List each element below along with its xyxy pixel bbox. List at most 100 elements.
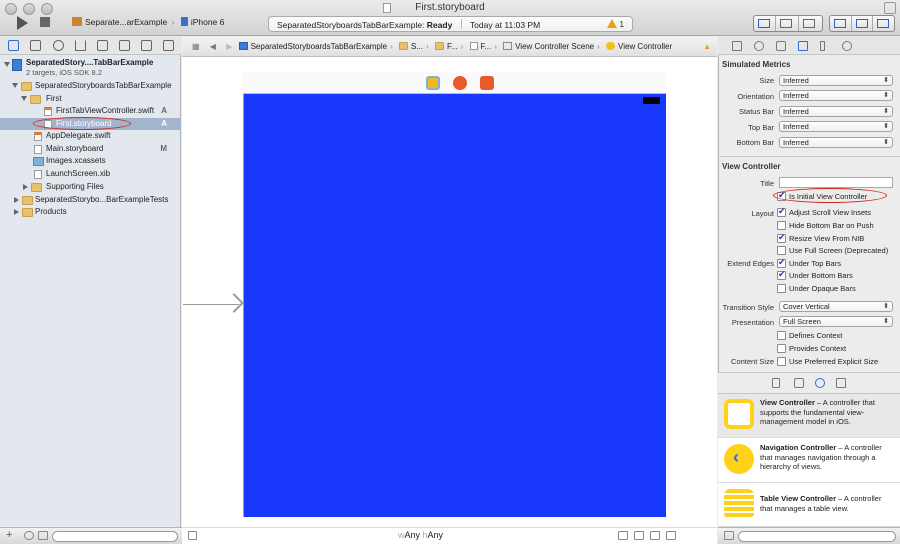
warning-icon[interactable]: ▲ <box>703 37 711 57</box>
full-screen-checkbox[interactable] <box>777 246 786 255</box>
file-inspector-icon[interactable] <box>732 41 742 51</box>
hide-bottom-bar-checkbox[interactable] <box>777 221 786 230</box>
exit-icon[interactable] <box>480 76 494 90</box>
status-bar-popup[interactable]: Inferred <box>779 106 893 117</box>
content-size-label: Content Size <box>731 357 774 366</box>
defines-context-checkbox[interactable] <box>777 331 786 340</box>
tree-item[interactable]: Supporting Files <box>0 181 181 193</box>
stop-button[interactable] <box>38 14 52 32</box>
library-item[interactable]: ‹ Navigation Controller – A controller t… <box>718 439 900 483</box>
tree-item[interactable]: Images.xcassets <box>0 155 181 167</box>
view-controller-icon[interactable] <box>426 76 440 90</box>
under-top-bars-checkbox[interactable] <box>777 257 786 268</box>
presentation-popup[interactable]: Full Screen <box>779 316 893 327</box>
explicit-size-checkbox[interactable] <box>777 357 786 366</box>
breadcrumb-item[interactable]: F... › <box>431 37 463 57</box>
size-class-control[interactable]: wAny hAny <box>398 530 443 540</box>
search-icon[interactable] <box>53 40 64 51</box>
grid-view-icon[interactable] <box>724 531 734 540</box>
add-icon[interactable]: + <box>6 529 12 541</box>
identity-inspector-icon[interactable] <box>776 41 786 51</box>
library-item[interactable]: Table View Controller – A controller tha… <box>718 484 900 527</box>
quick-help-icon[interactable] <box>754 41 764 51</box>
library-filter-input[interactable] <box>738 531 896 542</box>
toggle-navigator-button[interactable] <box>830 16 852 31</box>
view-controller-view[interactable] <box>244 94 666 517</box>
tree-item[interactable]: LaunchScreen.xib <box>0 168 181 180</box>
debug-icon[interactable] <box>119 40 130 51</box>
checkbox-label: Under Bottom Bars <box>789 271 853 280</box>
breadcrumb-item[interactable]: F... › <box>466 37 497 57</box>
tree-item[interactable]: SeparatedStorybo...BarExampleTests <box>0 194 181 206</box>
document-outline-icon[interactable] <box>188 531 197 540</box>
symbol-icon[interactable] <box>30 40 41 51</box>
forward-icon[interactable]: ▶ <box>226 42 232 51</box>
title-field[interactable] <box>779 177 893 188</box>
tree-item[interactable]: First <box>0 93 181 105</box>
tree-item[interactable]: FirstTabViewController.swift A <box>0 105 181 117</box>
first-responder-icon[interactable] <box>453 76 467 90</box>
project-icon <box>12 59 22 71</box>
media-library-icon[interactable] <box>836 378 846 388</box>
breadcrumb-item[interactable]: S... › <box>395 37 429 57</box>
size-popup[interactable]: Inferred <box>779 75 893 86</box>
under-bottom-bars-checkbox[interactable] <box>777 269 786 280</box>
pin-icon[interactable] <box>634 531 644 540</box>
top-bar-popup[interactable]: Inferred <box>779 121 893 132</box>
provides-context-checkbox[interactable] <box>777 344 786 353</box>
attributes-inspector-icon[interactable] <box>798 41 808 51</box>
run-button[interactable] <box>12 14 32 32</box>
navigation-controller-icon <box>724 444 754 474</box>
object-library-icon[interactable] <box>815 378 825 388</box>
toggle-utilities-button[interactable] <box>873 16 894 31</box>
warning-count: 1 <box>619 20 624 29</box>
tree-item[interactable]: SeparatedStoryboardsTabBarExample <box>0 80 181 92</box>
recent-filter-icon[interactable] <box>24 531 34 540</box>
transition-popup[interactable]: Cover Vertical <box>779 301 893 312</box>
device-name: iPhone 6 <box>190 17 225 27</box>
tree-item[interactable]: Products <box>0 206 181 218</box>
connections-inspector-icon[interactable] <box>842 41 852 51</box>
scm-filter-icon[interactable] <box>38 531 48 540</box>
breadcrumb-item[interactable]: View Controller <box>602 37 672 57</box>
scheme-selector[interactable]: Separate...arExample › iPhone 6 <box>70 17 224 27</box>
breakpoint-icon[interactable] <box>141 40 152 51</box>
file-template-icon[interactable] <box>772 378 780 388</box>
tree-item[interactable]: AppDelegate.swift <box>0 130 181 142</box>
issue-icon[interactable] <box>75 40 86 51</box>
transition-label: Transition Style <box>722 303 774 312</box>
resizing-icon[interactable] <box>666 531 676 540</box>
breadcrumb-item[interactable]: SeparatedStoryboardsTabBarExample › <box>235 37 393 57</box>
standard-editor-button[interactable] <box>754 16 776 31</box>
version-editor-button[interactable] <box>799 16 821 31</box>
test-icon[interactable] <box>97 40 108 51</box>
warnings-indicator[interactable]: 1 <box>606 19 624 29</box>
orientation-popup[interactable]: Inferred <box>779 90 893 101</box>
project-root-row[interactable]: SeparatedStory....TabBarExample 2 target… <box>0 57 181 79</box>
disclosure-open-icon[interactable] <box>4 62 10 67</box>
assistant-editor-button[interactable] <box>776 16 799 31</box>
section-header: Simulated Metrics <box>722 60 791 69</box>
bottom-bar-popup[interactable]: Inferred <box>779 137 893 148</box>
size-inspector-icon[interactable] <box>820 41 825 51</box>
resolve-layout-icon[interactable] <box>650 531 660 540</box>
toggle-debug-button[interactable] <box>852 16 873 31</box>
back-icon[interactable]: ◀ <box>210 42 216 51</box>
related-items-icon[interactable]: ▦ <box>192 42 200 51</box>
adjust-insets-checkbox[interactable] <box>777 206 786 217</box>
navigator-filter-input[interactable] <box>52 531 178 542</box>
library-item[interactable]: View Controller – A controller that supp… <box>718 394 900 438</box>
align-icon[interactable] <box>618 531 628 540</box>
report-icon[interactable] <box>163 40 174 51</box>
code-snippet-icon[interactable] <box>794 378 804 388</box>
swift-file-icon <box>34 132 42 141</box>
checkbox-label: Under Top Bars <box>789 259 841 268</box>
resize-from-nib-checkbox[interactable] <box>777 232 786 243</box>
tree-item[interactable]: Main.storyboard M <box>0 143 181 155</box>
fullscreen-icon[interactable] <box>884 2 896 14</box>
navigator-footer: + <box>0 527 182 544</box>
folder-icon[interactable] <box>8 40 19 51</box>
scheme-name: Separate...arExample <box>85 17 168 27</box>
under-opaque-bars-checkbox[interactable] <box>777 284 786 293</box>
breadcrumb-item[interactable]: View Controller Scene › <box>499 37 600 57</box>
